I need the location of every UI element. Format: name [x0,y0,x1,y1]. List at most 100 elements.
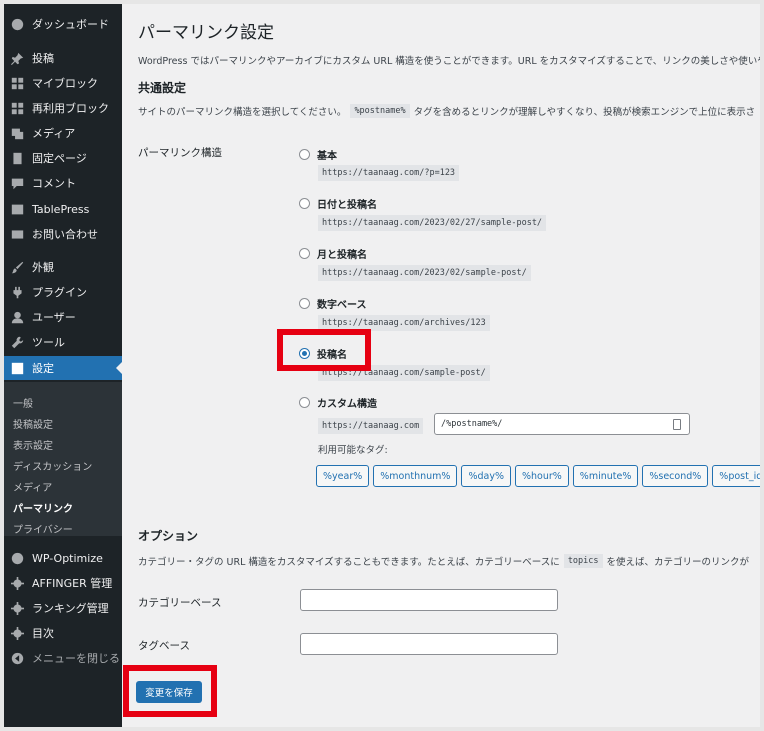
wrench-icon [11,336,24,349]
menu-my-blocks-label: マイブロック [32,77,98,90]
custom-structure-input[interactable]: /%postname%/ [434,413,690,435]
plug-icon [11,286,24,299]
highlight-post-name [277,329,371,371]
menu-users[interactable]: ユーザー [4,305,122,329]
category-base-input[interactable] [300,589,558,611]
submenu-writing[interactable]: 投稿設定 [13,416,53,431]
option-day-name-url: https://taanaag.com/2023/02/27/sample-po… [318,215,547,231]
menu-tablepress[interactable]: TablePress [4,197,122,221]
option-month-name-label: 月と投稿名 [317,250,367,261]
password-manager-icon [673,419,681,430]
menu-tools[interactable]: ツール [4,330,122,354]
permalink-structure-label: パーマリンク構造 [138,147,222,159]
menu-settings[interactable]: 設定 [4,356,122,380]
menu-comments-label: コメント [32,177,76,190]
submenu-privacy[interactable]: プライバシー [13,521,73,536]
pin-icon [11,52,24,65]
media-icon [11,127,24,140]
menu-pages-label: 固定ページ [32,152,87,165]
radio-basic[interactable] [299,149,310,160]
menu-pages[interactable]: 固定ページ [4,146,122,170]
menu-posts-label: 投稿 [32,52,54,65]
common-settings-desc: サイトのパーマリンク構造を選択してください。 %postname% タグを含める… [138,104,755,118]
menu-reusable-blocks[interactable]: 再利用ブロック [4,96,122,120]
menu-plugins[interactable]: プラグイン [4,280,122,304]
tag-day-button[interactable]: %day% [461,465,511,487]
menu-plugins-label: プラグイン [32,286,87,299]
tag-second-button[interactable]: %second% [642,465,709,487]
menu-settings-label: 設定 [32,362,54,375]
settings-icon [11,362,24,375]
tag-minute-button[interactable]: %minute% [572,465,639,487]
tag-buttons: %year% %monthnum% %day% %hour% %minute% … [316,465,760,487]
tag-year-button[interactable]: %year% [316,465,370,487]
radio-numeric[interactable] [299,298,310,309]
page-title: パーマリンク設定 [138,23,274,43]
options-desc: カテゴリー・タグの URL 構造をカスタマイズすることもできます。たとえば、カテ… [138,554,749,568]
dashboard-icon [11,18,24,31]
common-desc-pre: サイトのパーマリンク構造を選択してください。 [138,107,347,118]
collapse-arrow-icon [11,652,24,665]
radio-custom[interactable] [299,397,310,408]
submenu-media[interactable]: メディア [13,479,52,494]
gear-icon [11,601,24,615]
menu-contact-label: お問い合わせ [32,228,98,241]
submenu-reading[interactable]: 表示設定 [13,437,53,452]
option-numeric[interactable]: 数字ベース [299,296,367,311]
radio-day-name[interactable] [299,198,310,209]
menu-my-blocks[interactable]: マイブロック [4,71,122,95]
menu-contact[interactable]: お問い合わせ [4,222,122,246]
menu-users-label: ユーザー [32,311,76,324]
category-base-label: カテゴリーベース [138,597,222,609]
topics-code: topics [563,554,603,568]
submenu-general[interactable]: 一般 [13,395,33,410]
menu-tools-label: ツール [32,336,65,349]
menu-media[interactable]: メディア [4,121,122,145]
menu-toc[interactable]: 目次 [4,621,122,645]
gear-icon [11,576,24,590]
menu-dashboard[interactable]: ダッシュボード [4,12,122,36]
option-numeric-label: 数字ベース [317,300,367,311]
gear-icon [11,626,24,640]
menu-ranking-label: ランキング管理 [32,602,109,615]
menu-posts[interactable]: 投稿 [4,46,122,70]
options-desc-pre: カテゴリー・タグの URL 構造をカスタマイズすることもできます。たとえば、カテ… [138,557,560,568]
option-day-name[interactable]: 日付と投稿名 [299,196,377,211]
option-basic[interactable]: 基本 [299,147,337,162]
user-icon [11,311,24,324]
custom-structure-value: /%postname%/ [441,419,503,429]
table-icon [11,203,24,216]
menu-wp-optimize[interactable]: WP-Optimize [4,546,122,570]
option-day-name-label: 日付と投稿名 [317,200,377,211]
tag-hour-button[interactable]: %hour% [514,465,569,487]
submenu-permalink[interactable]: パーマリンク [13,500,73,515]
postname-code: %postname% [350,104,410,118]
available-tags-label: 利用可能なタグ: [318,445,388,456]
menu-affinger-label: AFFINGER 管理 [32,577,113,590]
menu-ranking[interactable]: ランキング管理 [4,596,122,620]
mail-icon [11,228,24,241]
submenu-discussion[interactable]: ディスカッション [13,458,92,473]
radio-month-name[interactable] [299,248,310,259]
grid-icon [11,77,24,90]
menu-affinger[interactable]: AFFINGER 管理 [4,571,122,595]
tag-base-label: タグベース [138,640,190,652]
option-custom[interactable]: カスタム構造 [299,395,377,410]
collapse-menu-button[interactable]: メニューを閉じる [4,646,122,670]
save-changes-button[interactable]: 変更を保存 [136,681,202,703]
tag-base-input[interactable] [300,633,558,655]
intro-text: WordPress ではパーマリンクやアーカイブにカスタム URL 構造を使うこ… [138,56,760,67]
menu-dashboard-label: ダッシュボード [32,18,109,31]
options-heading: オプション [138,529,199,543]
tag-monthnum-button[interactable]: %monthnum% [373,465,458,487]
options-desc-post: を使えば、カテゴリーのリンクが [606,557,750,568]
option-month-name[interactable]: 月と投稿名 [299,246,367,261]
option-month-name-url: https://taanaag.com/2023/02/sample-post/ [318,265,531,281]
menu-appearance[interactable]: 外観 [4,255,122,279]
collapse-menu-label: メニューを閉じる [32,652,120,665]
option-basic-url: https://taanaag.com/?p=123 [318,165,460,181]
menu-comments[interactable]: コメント [4,171,122,195]
tag-post-id-button[interactable]: %post_id% [712,465,760,487]
menu-tablepress-label: TablePress [32,202,90,216]
custom-prefix: https://taanaag.com [318,418,424,434]
